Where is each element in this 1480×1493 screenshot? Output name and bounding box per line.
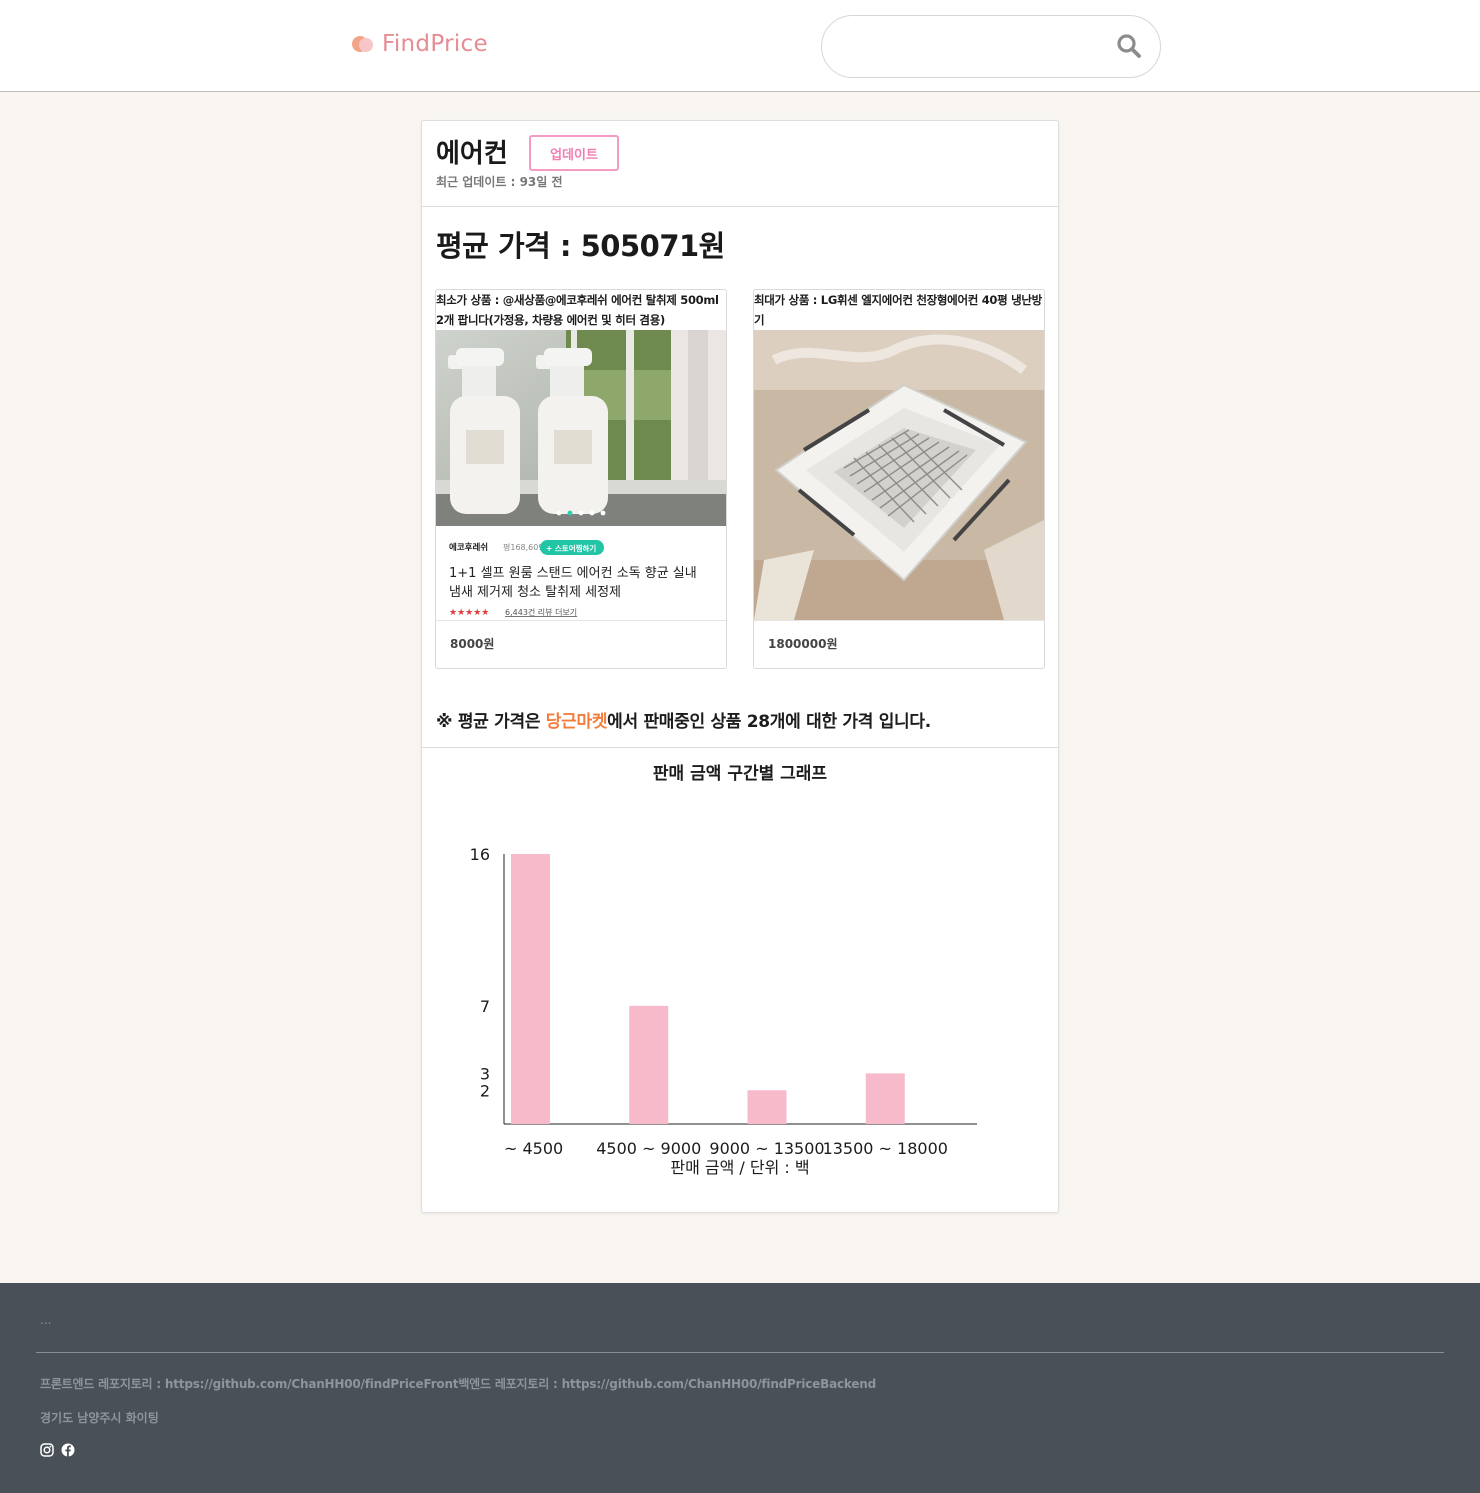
average-price-notice: ※ 평균 가격은 당근마켓에서 판매중인 상품 28개에 대한 가격 입니다. xyxy=(436,707,931,732)
facebook-icon[interactable] xyxy=(61,1442,75,1457)
average-price: 평균 가격 : 505071원 xyxy=(436,229,725,263)
search-input[interactable] xyxy=(846,32,1106,62)
x-tick-label-2: 9000 ~ 13500 xyxy=(709,1139,824,1158)
update-button[interactable]: 업데이트 xyxy=(529,135,619,171)
min-product-image: 에코후레쉬 평168,609 + 스토어찜하기 1+1 셀프 원룸 스탠드 에어… xyxy=(436,330,726,620)
notice-prefix: ※ 평균 가격은 xyxy=(436,712,546,732)
bar-3 xyxy=(865,1073,905,1124)
y-tick-label-1: 7 xyxy=(480,997,490,1016)
x-tick-label-1: 4500 ~ 9000 xyxy=(596,1139,701,1158)
x-tick-label-3: 13500 ~ 18000 xyxy=(823,1139,948,1158)
min-img-rating-text: 평168,609 xyxy=(503,542,543,552)
footer: ... 프론트엔드 레포지토리 : https://github.com/Cha… xyxy=(0,1283,1480,1493)
x-axis-label: 판매 금액 / 단위 : 백 xyxy=(670,1158,809,1177)
item-title: 에어컨 xyxy=(436,139,508,169)
notice-suffix: 에서 판매중인 상품 28개에 대한 가격 입니다. xyxy=(607,712,931,732)
min-img-store-button: + 스토어찜하기 xyxy=(546,543,596,553)
chart-title: 판매 금액 구간별 그래프 xyxy=(652,764,828,784)
top-header: FindPrice xyxy=(0,0,1480,92)
max-product-label: 최대가 상품 : LG휘센 엘지에어컨 천장형에어컨 40평 냉난방기 xyxy=(754,293,1042,327)
bar-1 xyxy=(629,1005,669,1124)
last-updated: 최근 업데이트 : 93일 전 xyxy=(436,175,563,189)
divider xyxy=(36,1352,1444,1353)
bar-chart-svg: ~ 4500 4500 ~ 9000 9000 ~ 1350013500 ~ 180… xyxy=(470,845,977,1177)
max-product-image xyxy=(754,330,1044,620)
logo-text: FindPrice xyxy=(382,31,488,57)
min-img-desc-1: 1+1 셀프 원룸 스탠드 에어컨 소독 향균 실내 xyxy=(449,566,697,581)
search-icon[interactable] xyxy=(1116,33,1142,59)
notice-market-link: 당근마켓 xyxy=(545,712,608,732)
divider xyxy=(422,206,1058,207)
x-tick-label-0: ~ 4500 xyxy=(504,1139,563,1158)
logo[interactable]: FindPrice xyxy=(352,28,488,60)
min-product-price: 8000원 xyxy=(450,637,495,651)
min-img-brand: 에코후레쉬 xyxy=(449,542,488,553)
footer-dots: ... xyxy=(40,1313,52,1327)
divider xyxy=(422,747,1058,748)
svg-text:★★★★★: ★★★★★ xyxy=(449,608,489,618)
search-box xyxy=(821,15,1161,78)
min-product-label: 최소가 상품 : @새상품@에코후레쉬 에어컨 탈취제 500ml 2개 팝니다… xyxy=(436,293,719,327)
divider xyxy=(754,620,1044,621)
min-img-desc-2: 냄새 제거제 청소 탈취제 세정제 xyxy=(449,585,621,600)
item-card: 에어컨 업데이트 최근 업데이트 : 93일 전 평균 가격 : 505071원… xyxy=(421,120,1059,1213)
bar-0 xyxy=(511,854,550,1124)
peach-icon xyxy=(352,34,374,54)
max-price-product[interactable]: 최대가 상품 : LG휘센 엘지에어컨 천장형에어컨 40평 냉난방기 1800… xyxy=(753,289,1045,669)
min-img-reviews: 6,443건 리뷰 더보기 xyxy=(505,607,577,617)
y-tick-label-3: 2 xyxy=(480,1081,490,1100)
y-tick-label-0: 16 xyxy=(470,845,490,864)
footer-repositories: 프론트엔드 레포지토리 : https://github.com/ChanHH0… xyxy=(40,1377,877,1391)
price-range-chart: ~ 4500 4500 ~ 9000 9000 ~ 13500 13500 ~ 180… xyxy=(422,811,1058,1191)
social-icons xyxy=(40,1442,75,1457)
instagram-icon[interactable] xyxy=(40,1442,54,1457)
max-product-price: 1800000원 xyxy=(768,637,838,651)
min-price-product[interactable]: 최소가 상품 : @새상품@에코후레쉬 에어컨 탈취제 500ml 2개 팝니다… xyxy=(435,289,727,669)
footer-address: 경기도 남양주시 화이팅 xyxy=(40,1411,159,1425)
divider xyxy=(436,620,726,621)
bar-2 xyxy=(747,1090,787,1124)
